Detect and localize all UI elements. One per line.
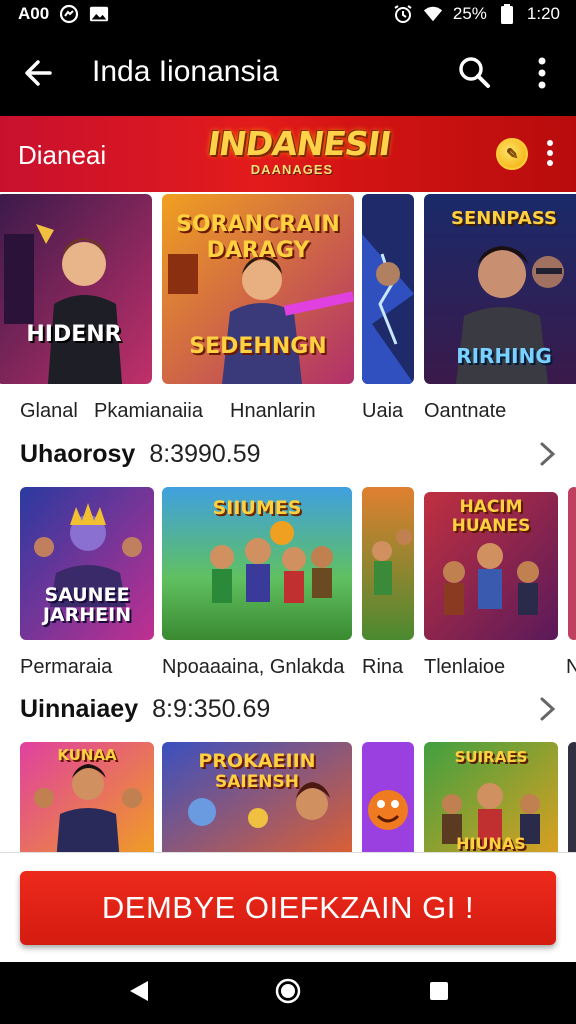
game-tile[interactable]: SORANCRAIN DARAGY SEDEHNGN: [162, 194, 354, 384]
tile-art-text: SORANCRAIN DARAGY: [176, 212, 340, 263]
status-left-text: A00: [18, 4, 50, 23]
tile-art-text: SUIRAES: [454, 748, 528, 766]
more-vert-icon[interactable]: [530, 56, 554, 90]
cta-button[interactable]: DEMBYE OIEFKZAIN GI !: [20, 871, 556, 945]
content-area: HIDENR SORANCRAIN DARAGY SEDEHNGN SENNPA…: [0, 192, 576, 852]
messenger-icon: [59, 4, 79, 24]
game-tile[interactable]: [568, 487, 576, 640]
game-tile[interactable]: SIIUMES: [162, 487, 352, 640]
tile-art-text: SIIUMES: [212, 497, 302, 519]
banner-logo-sub: DAANAGES: [250, 162, 334, 177]
tile-caption[interactable]: Tlenlaioe: [424, 656, 505, 679]
tile-caption[interactable]: Oantnate: [424, 400, 506, 423]
tile-art-text: HIDENR: [26, 322, 122, 347]
clock: 1:20: [526, 4, 560, 23]
tile-art-text: SAUNEE JARHEIN: [42, 584, 132, 626]
battery-icon: [497, 4, 517, 24]
game-tile[interactable]: [362, 194, 414, 384]
tile-art-text-2: SAIENSH: [214, 772, 300, 792]
tile-art-text: KUNAA: [57, 746, 117, 764]
tile-caption[interactable]: Rina: [362, 656, 403, 679]
tile-caption[interactable]: N: [566, 656, 576, 679]
section-title: Uhaorosy: [20, 440, 136, 468]
tile-art-text-2: RIRHING: [456, 344, 552, 368]
tile-art-text: SENNPASS: [451, 208, 557, 229]
game-tile[interactable]: SUIRAES HIUNAS: [424, 742, 558, 852]
tile-caption[interactable]: Permaraia: [20, 656, 112, 679]
tile-art-text: PROKAEIIN: [198, 750, 316, 772]
chevron-right-icon[interactable]: [536, 440, 560, 468]
game-tile[interactable]: HIDENR: [0, 194, 152, 384]
banner-logo: INDANESII DAANAGES: [205, 122, 394, 188]
nav-recents-icon[interactable]: [424, 976, 454, 1006]
game-tile[interactable]: PROKAEIIN SAIENSH: [162, 742, 352, 852]
section-heading[interactable]: Uhaorosy 8:3990.59: [20, 440, 261, 469]
coin-icon[interactable]: ✎: [496, 138, 528, 170]
battery-percent: 25%: [452, 4, 487, 23]
game-tile[interactable]: SENNPASS RIRHING: [424, 194, 576, 384]
banner-label: Dianeai: [18, 140, 107, 170]
section-title: Uinnaiaey: [20, 695, 139, 723]
app-bar: Inda Iionansia: [0, 30, 576, 116]
status-bar: A00 25% 1:20: [0, 0, 576, 30]
alarm-icon: [393, 4, 413, 24]
tile-caption[interactable]: Npoaaaina, Gnlakda: [162, 656, 344, 679]
tile-art-text-2: HIUNAS: [456, 834, 526, 852]
system-nav-bar: [0, 962, 576, 1024]
tile-art-text: HACIM HUANES: [451, 497, 531, 536]
tile-art-text-2: SEDEHNGN: [189, 334, 327, 359]
banner-more-icon[interactable]: [540, 136, 560, 170]
game-tile[interactable]: [362, 742, 414, 852]
game-tile[interactable]: HACIM HUANES: [424, 492, 558, 640]
chevron-right-icon[interactable]: [536, 695, 560, 723]
nav-back-icon[interactable]: [124, 976, 154, 1006]
promo-banner[interactable]: Dianeai INDANESII DAANAGES ✎: [0, 116, 576, 192]
tile-caption[interactable]: Hnanlarin: [230, 400, 316, 423]
section-value: 8:3990.59: [149, 440, 261, 468]
tile-caption[interactable]: Uaia: [362, 400, 403, 423]
game-tile[interactable]: [362, 487, 414, 640]
back-arrow-icon[interactable]: [20, 54, 58, 92]
nav-home-icon[interactable]: [273, 976, 303, 1006]
search-icon[interactable]: [456, 54, 492, 90]
section-heading[interactable]: Uinnaiaey 8:9:350.69: [20, 695, 270, 724]
page-title: Inda Iionansia: [92, 55, 279, 88]
game-tile[interactable]: SAUNEE JARHEIN: [20, 487, 154, 640]
section-value: 8:9:350.69: [152, 695, 271, 723]
game-tile[interactable]: KUNAA: [20, 742, 154, 852]
game-tile[interactable]: [568, 742, 576, 852]
cta-container: DEMBYE OIEFKZAIN GI !: [0, 852, 576, 962]
tile-caption[interactable]: Pkamianaiia: [94, 400, 203, 423]
banner-logo-main: INDANESII: [205, 124, 394, 163]
wifi-icon: [423, 4, 443, 24]
gallery-icon: [89, 4, 109, 24]
tile-caption[interactable]: Glanal: [20, 400, 78, 423]
